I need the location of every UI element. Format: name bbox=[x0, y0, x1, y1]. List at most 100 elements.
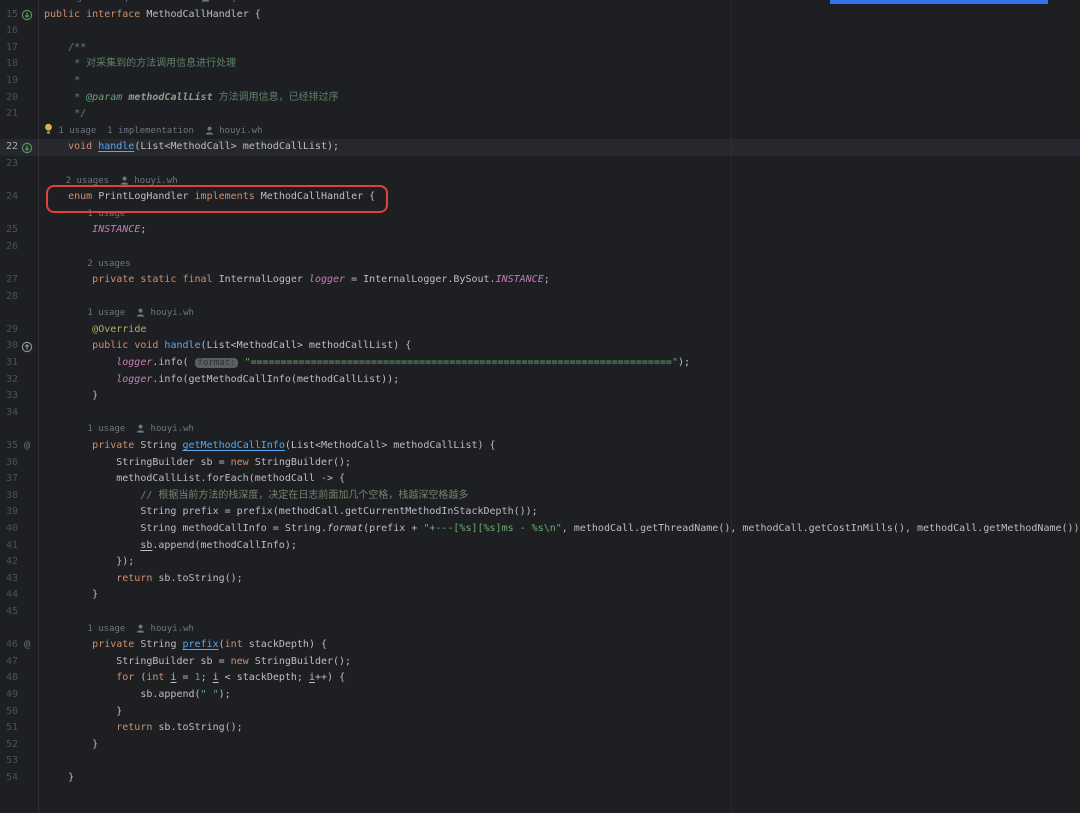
annotation-marker-icon[interactable]: @ bbox=[18, 438, 36, 455]
usages-hint[interactable]: 1 usage 1 implementation bbox=[53, 126, 205, 136]
line-number[interactable]: 38 bbox=[0, 488, 18, 505]
usages-hint[interactable] bbox=[44, 209, 87, 219]
usages-hint[interactable]: 1 usage bbox=[87, 624, 136, 634]
usages-hint[interactable]: houyi.wh bbox=[210, 0, 259, 3]
code-line[interactable]: * @param methodCallList 方法调用信息，已经排过序 bbox=[38, 90, 1080, 107]
line-number[interactable]: 42 bbox=[0, 554, 18, 571]
line-number[interactable]: 26 bbox=[0, 239, 18, 256]
usages-hint[interactable]: houyi.wh bbox=[145, 308, 194, 318]
line-number[interactable]: 18 bbox=[0, 56, 18, 73]
line-number[interactable]: 25 bbox=[0, 222, 18, 239]
author-icon[interactable] bbox=[136, 624, 145, 633]
usages-hint[interactable] bbox=[44, 259, 87, 269]
line-number[interactable]: 48 bbox=[0, 670, 18, 687]
code-line[interactable]: * bbox=[38, 73, 1080, 90]
code-line[interactable]: */ bbox=[38, 106, 1080, 123]
usages-hint[interactable]: 1 usage bbox=[87, 308, 136, 318]
line-number[interactable]: 20 bbox=[0, 90, 18, 107]
usages-hint[interactable]: houyi.wh bbox=[145, 424, 194, 434]
line-number[interactable]: 27 bbox=[0, 272, 18, 289]
line-number[interactable]: 19 bbox=[0, 73, 18, 90]
line-number[interactable]: 49 bbox=[0, 687, 18, 704]
usages-hint[interactable] bbox=[44, 176, 66, 186]
line-number[interactable]: 31 bbox=[0, 355, 18, 372]
code-line[interactable]: // 根据当前方法的栈深度，决定在日志前面加几个空格，栈越深空格越多 bbox=[38, 488, 1080, 505]
line-number[interactable]: 44 bbox=[0, 587, 18, 604]
code-line[interactable]: return sb.toString(); bbox=[38, 571, 1080, 588]
line-number[interactable]: 51 bbox=[0, 720, 18, 737]
line-number[interactable]: 30 bbox=[0, 338, 18, 355]
hint-content[interactable]: 1 usage bbox=[38, 206, 1080, 223]
line-number[interactable]: 28 bbox=[0, 289, 18, 306]
implementation-marker-icon[interactable] bbox=[18, 139, 36, 156]
hint-content[interactable]: 2 usages bbox=[38, 256, 1080, 273]
code-line[interactable]: void handle(List<MethodCall> methodCallL… bbox=[38, 139, 1080, 156]
line-number[interactable]: 15 bbox=[0, 7, 18, 24]
code-line[interactable]: } bbox=[38, 388, 1080, 405]
code-line[interactable]: String prefix = prefix(methodCall.getCur… bbox=[38, 504, 1080, 521]
author-icon[interactable] bbox=[136, 308, 145, 317]
line-number[interactable]: 16 bbox=[0, 23, 18, 40]
line-number[interactable]: 46 bbox=[0, 637, 18, 654]
usages-hint[interactable]: houyi.wh bbox=[145, 624, 194, 634]
code-line[interactable]: }); bbox=[38, 554, 1080, 571]
hint-content[interactable]: 1 usage 1 implementation houyi.wh bbox=[38, 123, 1080, 140]
code-line[interactable]: sb.append(" "); bbox=[38, 687, 1080, 704]
code-line[interactable]: logger.info( format: "==================… bbox=[38, 355, 1080, 372]
line-number[interactable]: 43 bbox=[0, 571, 18, 588]
code-line[interactable]: return sb.toString(); bbox=[38, 720, 1080, 737]
code-line[interactable]: StringBuilder sb = new StringBuilder(); bbox=[38, 654, 1080, 671]
line-number[interactable]: 37 bbox=[0, 471, 18, 488]
line-number[interactable]: 29 bbox=[0, 322, 18, 339]
code-line[interactable]: /** bbox=[38, 40, 1080, 57]
hint-content[interactable]: 1 usage houyi.wh bbox=[38, 421, 1080, 438]
code-line[interactable]: methodCallList.forEach(methodCall -> { bbox=[38, 471, 1080, 488]
line-number[interactable]: 45 bbox=[0, 604, 18, 621]
line-number[interactable]: 21 bbox=[0, 106, 18, 123]
line-number[interactable]: 23 bbox=[0, 156, 18, 173]
code-line[interactable]: } bbox=[38, 704, 1080, 721]
annotation-marker-icon[interactable]: @ bbox=[18, 637, 36, 654]
usages-hint[interactable] bbox=[44, 624, 87, 634]
line-number[interactable]: 33 bbox=[0, 388, 18, 405]
code-line[interactable]: public void handle(List<MethodCall> meth… bbox=[38, 338, 1080, 355]
author-icon[interactable] bbox=[120, 176, 129, 185]
usages-hint[interactable]: 1 usage bbox=[87, 209, 125, 219]
code-line[interactable]: } bbox=[38, 737, 1080, 754]
code-line[interactable]: private String prefix(int stackDepth) { bbox=[38, 637, 1080, 654]
code-line[interactable]: } bbox=[38, 770, 1080, 787]
code-line[interactable]: StringBuilder sb = new StringBuilder(); bbox=[38, 455, 1080, 472]
line-number[interactable]: 17 bbox=[0, 40, 18, 57]
implementation-marker-icon[interactable] bbox=[18, 7, 36, 24]
usages-hint[interactable]: 10 usages 1 implementation bbox=[44, 0, 201, 3]
usages-hint[interactable] bbox=[44, 308, 87, 318]
code-line[interactable]: sb.append(methodCallInfo); bbox=[38, 538, 1080, 555]
usages-hint[interactable]: 2 usages bbox=[87, 259, 130, 269]
author-icon[interactable] bbox=[136, 424, 145, 433]
line-number[interactable]: 54 bbox=[0, 770, 18, 787]
line-number[interactable]: 53 bbox=[0, 753, 18, 770]
hint-content[interactable]: 2 usages houyi.wh bbox=[38, 173, 1080, 190]
code-line[interactable]: logger.info(getMethodCallInfo(methodCall… bbox=[38, 372, 1080, 389]
author-icon[interactable] bbox=[205, 126, 214, 135]
line-number[interactable]: 36 bbox=[0, 455, 18, 472]
line-number[interactable]: 50 bbox=[0, 704, 18, 721]
hint-content[interactable]: 1 usage houyi.wh bbox=[38, 621, 1080, 638]
usages-hint[interactable]: houyi.wh bbox=[129, 176, 178, 186]
usages-hint[interactable]: 1 usage bbox=[87, 424, 136, 434]
code-line[interactable]: enum PrintLogHandler implements MethodCa… bbox=[38, 189, 1080, 206]
code-line[interactable]: for (int i = 1; i < stackDepth; i++) { bbox=[38, 670, 1080, 687]
line-number[interactable]: 35 bbox=[0, 438, 18, 455]
code-line[interactable]: INSTANCE; bbox=[38, 222, 1080, 239]
code-line[interactable]: * 对采集到的方法调用信息进行处理 bbox=[38, 56, 1080, 73]
line-number[interactable]: 32 bbox=[0, 372, 18, 389]
line-number[interactable]: 40 bbox=[0, 521, 18, 538]
code-line[interactable]: String methodCallInfo = String.format(pr… bbox=[38, 521, 1080, 538]
usages-hint[interactable]: houyi.wh bbox=[214, 126, 263, 136]
line-number[interactable]: 22 bbox=[0, 139, 18, 156]
line-number[interactable]: 52 bbox=[0, 737, 18, 754]
line-number[interactable]: 41 bbox=[0, 538, 18, 555]
line-number[interactable]: 24 bbox=[0, 189, 18, 206]
line-number[interactable]: 39 bbox=[0, 504, 18, 521]
line-number[interactable]: 47 bbox=[0, 654, 18, 671]
